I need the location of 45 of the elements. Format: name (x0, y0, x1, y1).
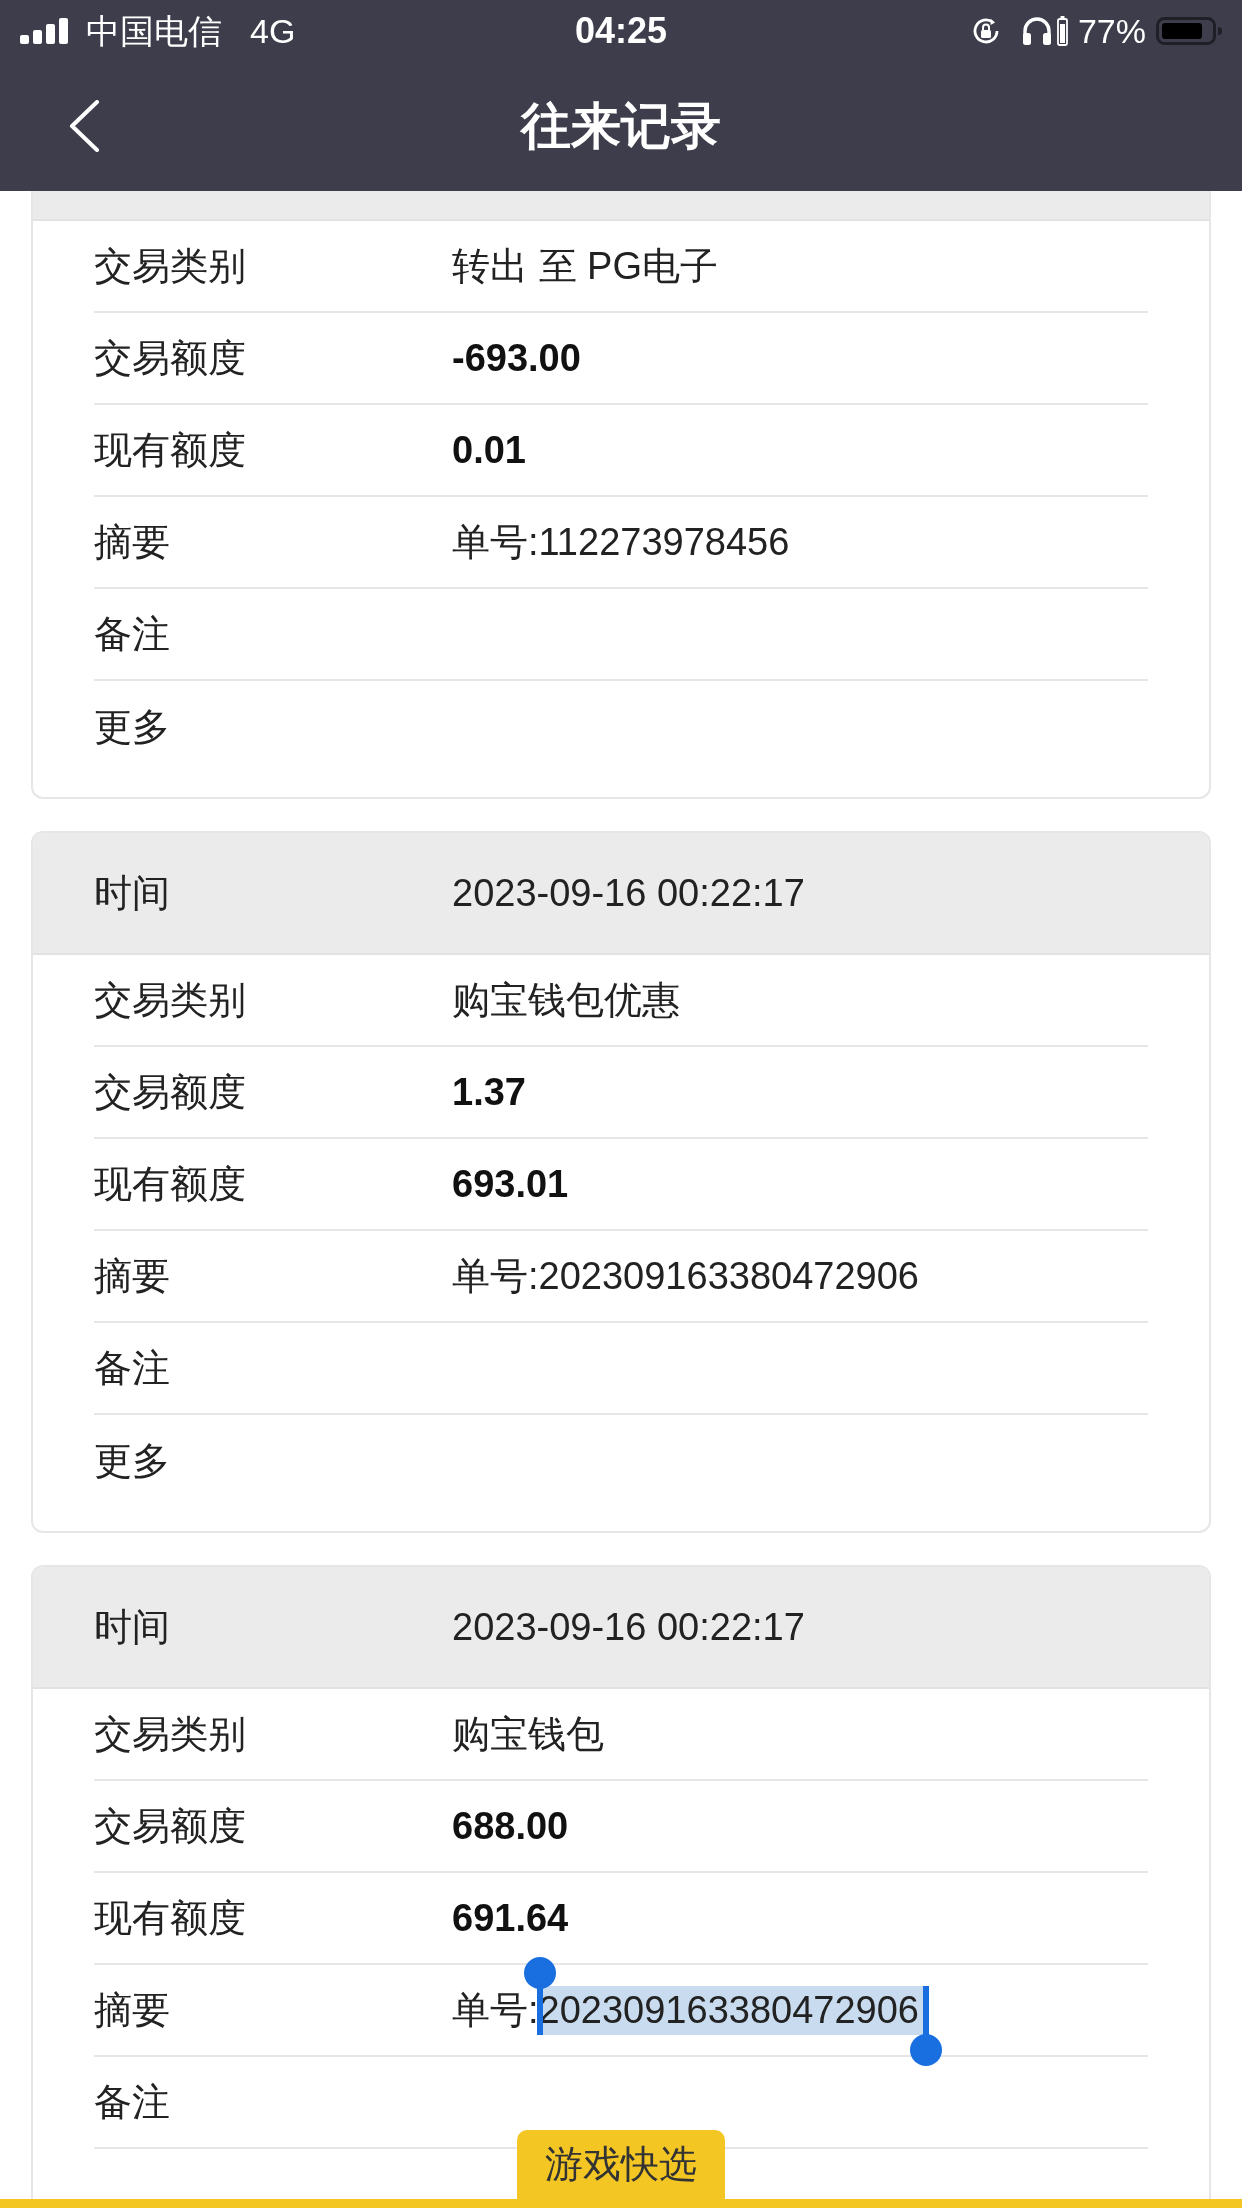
field-value: 单号: (452, 1987, 539, 2033)
field-label: 更多 (94, 704, 171, 750)
amount-value: -693.00 (452, 335, 581, 381)
field-label: 现有额度 (94, 427, 247, 473)
field-label: 交易额度 (94, 1069, 247, 1115)
field-value: 购宝钱包 (452, 1711, 604, 1757)
back-button[interactable] (68, 100, 100, 152)
field-label: 备注 (94, 611, 171, 657)
clock-time: 04:25 (574, 13, 668, 49)
amount-value: 688.00 (452, 1803, 569, 1849)
field-label: 交易额度 (94, 335, 247, 381)
field-label: 摘要 (94, 519, 171, 565)
field-value: 单号:202309163380472906 (452, 1253, 919, 1299)
field-label: 备注 (94, 1345, 171, 1391)
headphones-icon (1020, 16, 1053, 46)
battery-icon (1156, 17, 1222, 45)
amount-value: 0.01 (452, 427, 526, 473)
amount-value: 691.64 (452, 1895, 569, 1941)
time-label: 时间 (94, 1604, 171, 1650)
amount-value: 693.01 (452, 1161, 569, 1207)
field-label: 现有额度 (94, 1161, 247, 1207)
field-label: 现有额度 (94, 1895, 247, 1941)
field-label: 交易类别 (94, 977, 247, 1023)
field-label: 交易额度 (94, 1803, 247, 1849)
time-value: 2023-09-16 00:22:17 (452, 870, 805, 916)
field-label: 摘要 (94, 1987, 171, 2033)
field-value: 转出 至 PG电子 (452, 243, 719, 289)
field-label: 摘要 (94, 1253, 171, 1299)
field-value: 单号:112273978456 (452, 519, 790, 565)
quick-select-tab[interactable]: 游戏快选 (517, 2130, 725, 2199)
time-value: 2023-09-16 00:22:17 (452, 1604, 805, 1650)
field-label: 交易类别 (94, 243, 247, 289)
field-label: 交易类别 (94, 1711, 247, 1757)
back-chevron-icon (68, 100, 100, 152)
network-type: 4G (250, 14, 296, 48)
carrier-name: 中国电信 (86, 14, 222, 48)
page-title: 往来记录 (521, 97, 721, 156)
signal-icon (20, 18, 70, 44)
headphones-battery-icon (1056, 16, 1068, 46)
field-label: 更多 (94, 1438, 171, 1484)
field-value: 购宝钱包优惠 (452, 977, 680, 1023)
amount-value: 1.37 (452, 1069, 526, 1115)
field-label: 备注 (94, 2079, 171, 2125)
battery-percent: 77% (1077, 14, 1146, 48)
time-label: 时间 (94, 870, 171, 916)
